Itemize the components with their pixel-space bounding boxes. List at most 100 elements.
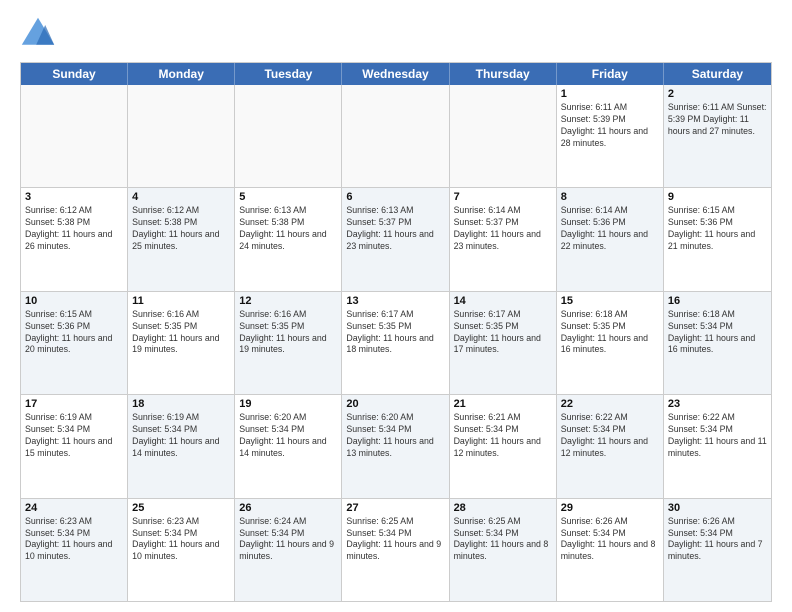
calendar-cell-2-2: 12 Sunrise: 6:16 AM Sunset: 5:35 PM Dayli… (235, 292, 342, 394)
calendar-cell-2-1: 11Sunrise: 6:16 AM Sunset: 5:35 PM Dayli… (128, 292, 235, 394)
day-info: Sunrise: 6:23 AM Sunset: 5:34 PM Dayligh… (132, 516, 230, 564)
day-info: Sunrise: 6:18 AM Sunset: 5:35 PM Dayligh… (561, 309, 659, 357)
day-info: Sunrise: 6:25 AM Sunset: 5:34 PM Dayligh… (346, 516, 444, 564)
day-info: Sunrise: 6:13 AM Sunset: 5:37 PM Dayligh… (346, 205, 444, 253)
day-number: 23 (668, 398, 767, 410)
logo (20, 16, 62, 52)
calendar-cell-1-5: 8Sunrise: 6:14 AM Sunset: 5:36 PM Daylig… (557, 188, 664, 290)
day-info: Sunrise: 6:17 AM Sunset: 5:35 PM Dayligh… (346, 309, 444, 357)
calendar-cell-3-0: 17 Sunrise: 6:19 AM Sunset: 5:34 PM Dayli… (21, 395, 128, 497)
calendar-row-3: 17 Sunrise: 6:19 AM Sunset: 5:34 PM Dayli… (21, 395, 771, 498)
day-number: 20 (346, 398, 444, 410)
day-info: Sunrise: 6:23 AM Sunset: 5:34 PM Dayligh… (25, 516, 123, 564)
day-of-week-saturday: Saturday (664, 63, 771, 85)
calendar-cell-1-6: 9 Sunrise: 6:15 AM Sunset: 5:36 PM Daylig… (664, 188, 771, 290)
day-info: Sunrise: 6:15 AM Sunset: 5:36 PM Dayligh… (25, 309, 123, 357)
day-number: 7 (454, 191, 552, 203)
calendar-cell-0-3 (342, 85, 449, 187)
day-number: 3 (25, 191, 123, 203)
calendar-row-4: 24 Sunrise: 6:23 AM Sunset: 5:34 PM Dayli… (21, 499, 771, 601)
day-number: 1 (561, 88, 659, 100)
day-number: 29 (561, 502, 659, 514)
day-info: Sunrise: 6:19 AM Sunset: 5:34 PM Dayligh… (132, 412, 230, 460)
day-number: 2 (668, 88, 767, 100)
calendar-cell-0-0 (21, 85, 128, 187)
calendar-cell-4-3: 27 Sunrise: 6:25 AM Sunset: 5:34 PM Dayli… (342, 499, 449, 601)
calendar-row-1: 3 Sunrise: 6:12 AM Sunset: 5:38 PM Daylig… (21, 188, 771, 291)
calendar-cell-2-5: 15 Sunrise: 6:18 AM Sunset: 5:35 PM Dayli… (557, 292, 664, 394)
day-info: Sunrise: 6:24 AM Sunset: 5:34 PM Dayligh… (239, 516, 337, 564)
calendar-cell-2-4: 14Sunrise: 6:17 AM Sunset: 5:35 PM Dayli… (450, 292, 557, 394)
day-info: Sunrise: 6:11 AM Sunset: 5:39 PM Dayligh… (668, 102, 767, 138)
day-number: 26 (239, 502, 337, 514)
calendar: SundayMondayTuesdayWednesdayThursdayFrid… (20, 62, 772, 602)
day-info: Sunrise: 6:14 AM Sunset: 5:37 PM Dayligh… (454, 205, 552, 253)
day-number: 21 (454, 398, 552, 410)
day-of-week-monday: Monday (128, 63, 235, 85)
day-info: Sunrise: 6:12 AM Sunset: 5:38 PM Dayligh… (25, 205, 123, 253)
day-info: Sunrise: 6:18 AM Sunset: 5:34 PM Dayligh… (668, 309, 767, 357)
day-info: Sunrise: 6:13 AM Sunset: 5:38 PM Dayligh… (239, 205, 337, 253)
logo-icon (20, 16, 56, 52)
day-number: 10 (25, 295, 123, 307)
day-number: 8 (561, 191, 659, 203)
page: SundayMondayTuesdayWednesdayThursdayFrid… (0, 0, 792, 612)
day-info: Sunrise: 6:16 AM Sunset: 5:35 PM Dayligh… (239, 309, 337, 357)
calendar-header: SundayMondayTuesdayWednesdayThursdayFrid… (21, 63, 771, 85)
day-number: 28 (454, 502, 552, 514)
day-of-week-sunday: Sunday (21, 63, 128, 85)
calendar-cell-3-1: 18Sunrise: 6:19 AM Sunset: 5:34 PM Dayli… (128, 395, 235, 497)
day-of-week-tuesday: Tuesday (235, 63, 342, 85)
calendar-cell-4-5: 29 Sunrise: 6:26 AM Sunset: 5:34 PM Dayli… (557, 499, 664, 601)
day-of-week-friday: Friday (557, 63, 664, 85)
day-number: 13 (346, 295, 444, 307)
day-of-week-wednesday: Wednesday (342, 63, 449, 85)
calendar-cell-4-6: 30Sunrise: 6:26 AM Sunset: 5:34 PM Dayli… (664, 499, 771, 601)
day-number: 25 (132, 502, 230, 514)
day-number: 17 (25, 398, 123, 410)
day-number: 9 (668, 191, 767, 203)
calendar-row-0: 1 Sunrise: 6:11 AM Sunset: 5:39 PM Daylig… (21, 85, 771, 188)
calendar-cell-2-0: 10 Sunrise: 6:15 AM Sunset: 5:36 PM Dayli… (21, 292, 128, 394)
calendar-row-2: 10 Sunrise: 6:15 AM Sunset: 5:36 PM Dayli… (21, 292, 771, 395)
calendar-cell-4-4: 28 Sunrise: 6:25 AM Sunset: 5:34 PM Dayli… (450, 499, 557, 601)
day-number: 4 (132, 191, 230, 203)
calendar-cell-0-5: 1 Sunrise: 6:11 AM Sunset: 5:39 PM Daylig… (557, 85, 664, 187)
day-number: 15 (561, 295, 659, 307)
calendar-cell-1-4: 7 Sunrise: 6:14 AM Sunset: 5:37 PM Daylig… (450, 188, 557, 290)
calendar-cell-1-0: 3 Sunrise: 6:12 AM Sunset: 5:38 PM Daylig… (21, 188, 128, 290)
day-number: 27 (346, 502, 444, 514)
day-number: 12 (239, 295, 337, 307)
day-info: Sunrise: 6:19 AM Sunset: 5:34 PM Dayligh… (25, 412, 123, 460)
day-info: Sunrise: 6:26 AM Sunset: 5:34 PM Dayligh… (561, 516, 659, 564)
calendar-cell-0-6: 2 Sunrise: 6:11 AM Sunset: 5:39 PM Daylig… (664, 85, 771, 187)
header (20, 16, 772, 52)
day-number: 16 (668, 295, 767, 307)
day-info: Sunrise: 6:16 AM Sunset: 5:35 PM Dayligh… (132, 309, 230, 357)
calendar-cell-3-4: 21Sunrise: 6:21 AM Sunset: 5:34 PM Dayli… (450, 395, 557, 497)
day-info: Sunrise: 6:25 AM Sunset: 5:34 PM Dayligh… (454, 516, 552, 564)
day-number: 24 (25, 502, 123, 514)
calendar-cell-4-2: 26 Sunrise: 6:24 AM Sunset: 5:34 PM Dayli… (235, 499, 342, 601)
day-info: Sunrise: 6:22 AM Sunset: 5:34 PM Dayligh… (561, 412, 659, 460)
calendar-cell-0-2 (235, 85, 342, 187)
calendar-cell-1-3: 6Sunrise: 6:13 AM Sunset: 5:37 PM Daylig… (342, 188, 449, 290)
day-number: 19 (239, 398, 337, 410)
calendar-cell-3-5: 22 Sunrise: 6:22 AM Sunset: 5:34 PM Dayli… (557, 395, 664, 497)
day-info: Sunrise: 6:22 AM Sunset: 5:34 PM Dayligh… (668, 412, 767, 460)
calendar-cell-2-3: 13 Sunrise: 6:17 AM Sunset: 5:35 PM Dayli… (342, 292, 449, 394)
calendar-cell-2-6: 16 Sunrise: 6:18 AM Sunset: 5:34 PM Dayli… (664, 292, 771, 394)
calendar-cell-0-4 (450, 85, 557, 187)
day-info: Sunrise: 6:15 AM Sunset: 5:36 PM Dayligh… (668, 205, 767, 253)
day-number: 22 (561, 398, 659, 410)
calendar-cell-3-6: 23 Sunrise: 6:22 AM Sunset: 5:34 PM Dayli… (664, 395, 771, 497)
day-info: Sunrise: 6:11 AM Sunset: 5:39 PM Dayligh… (561, 102, 659, 150)
calendar-cell-4-1: 25 Sunrise: 6:23 AM Sunset: 5:34 PM Dayli… (128, 499, 235, 601)
day-number: 14 (454, 295, 552, 307)
calendar-cell-1-2: 5Sunrise: 6:13 AM Sunset: 5:38 PM Daylig… (235, 188, 342, 290)
calendar-cell-4-0: 24 Sunrise: 6:23 AM Sunset: 5:34 PM Dayli… (21, 499, 128, 601)
calendar-cell-3-2: 19 Sunrise: 6:20 AM Sunset: 5:34 PM Dayli… (235, 395, 342, 497)
day-info: Sunrise: 6:20 AM Sunset: 5:34 PM Dayligh… (239, 412, 337, 460)
day-number: 30 (668, 502, 767, 514)
calendar-cell-0-1 (128, 85, 235, 187)
